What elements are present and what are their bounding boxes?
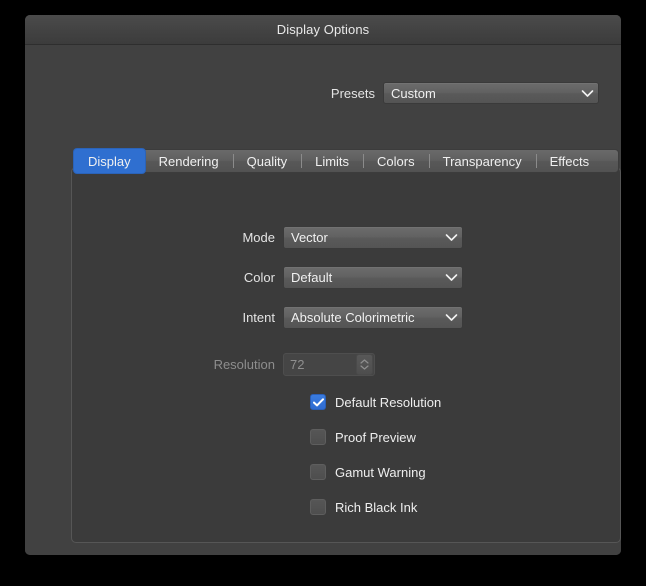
checkmark-icon [313,398,324,407]
intent-label: Intent [205,310,275,325]
tab-label: Transparency [443,154,522,169]
tab-label: Effects [550,154,590,169]
tab-label: Limits [315,154,349,169]
checkbox-box [310,499,326,515]
tab-effects[interactable]: Effects [536,150,604,172]
chevron-down-icon [440,233,462,242]
mode-label: Mode [205,230,275,245]
mode-row: Mode Vector [205,226,463,249]
checkbox-default-resolution[interactable]: Default Resolution [310,394,441,410]
color-dropdown[interactable]: Default [283,266,463,289]
checkbox-label: Default Resolution [335,395,441,410]
resolution-value: 72 [284,357,356,372]
tab-label: Quality [247,154,287,169]
checkbox-label: Proof Preview [335,430,416,445]
presets-row: Presets Custom [331,82,599,104]
checkbox-label: Gamut Warning [335,465,426,480]
tab-colors[interactable]: Colors [363,150,429,172]
chevron-down-icon [440,273,462,282]
presets-dropdown[interactable]: Custom [383,82,599,104]
checkbox-box [310,394,326,410]
intent-row: Intent Absolute Colorimetric [205,306,463,329]
color-row: Color Default [205,266,463,289]
tab-transparency[interactable]: Transparency [429,150,536,172]
checkbox-box [310,429,326,445]
checkbox-gamut-warning[interactable]: Gamut Warning [310,464,426,480]
presets-label: Presets [331,86,375,101]
display-tab-panel: Mode Vector Color Default In [71,167,621,543]
stepper-up-icon [360,359,369,364]
tab-rendering[interactable]: Rendering [145,150,233,172]
checkbox-rich-black-ink[interactable]: Rich Black Ink [310,499,417,515]
checkbox-label: Rich Black Ink [335,500,417,515]
mode-value: Vector [284,230,440,245]
window-titlebar: Display Options [25,15,621,45]
checkbox-box [310,464,326,480]
resolution-input[interactable]: 72 [283,353,375,376]
tab-display[interactable]: Display [74,149,145,173]
presets-value: Custom [384,86,576,101]
color-label: Color [205,270,275,285]
mode-dropdown[interactable]: Vector [283,226,463,249]
resolution-row: Resolution 72 [205,353,375,376]
color-value: Default [284,270,440,285]
tab-limits[interactable]: Limits [301,150,363,172]
tab-label: Colors [377,154,415,169]
window-title: Display Options [277,22,370,37]
intent-value: Absolute Colorimetric [284,310,440,325]
checkbox-proof-preview[interactable]: Proof Preview [310,429,416,445]
chevron-down-icon [440,313,462,322]
tab-quality[interactable]: Quality [233,150,301,172]
display-options-dialog: Display Options Presets Custom Display R… [25,15,621,555]
tab-label: Display [88,154,131,169]
intent-dropdown[interactable]: Absolute Colorimetric [283,306,463,329]
resolution-label: Resolution [205,357,275,372]
dialog-body: Presets Custom Display Rendering Quality… [25,45,621,555]
stepper-down-icon [360,365,369,370]
tab-label: Rendering [159,154,219,169]
chevron-down-icon [576,89,598,98]
tab-bar: Display Rendering Quality Limits Colors … [73,149,619,173]
resolution-stepper[interactable] [356,354,373,375]
